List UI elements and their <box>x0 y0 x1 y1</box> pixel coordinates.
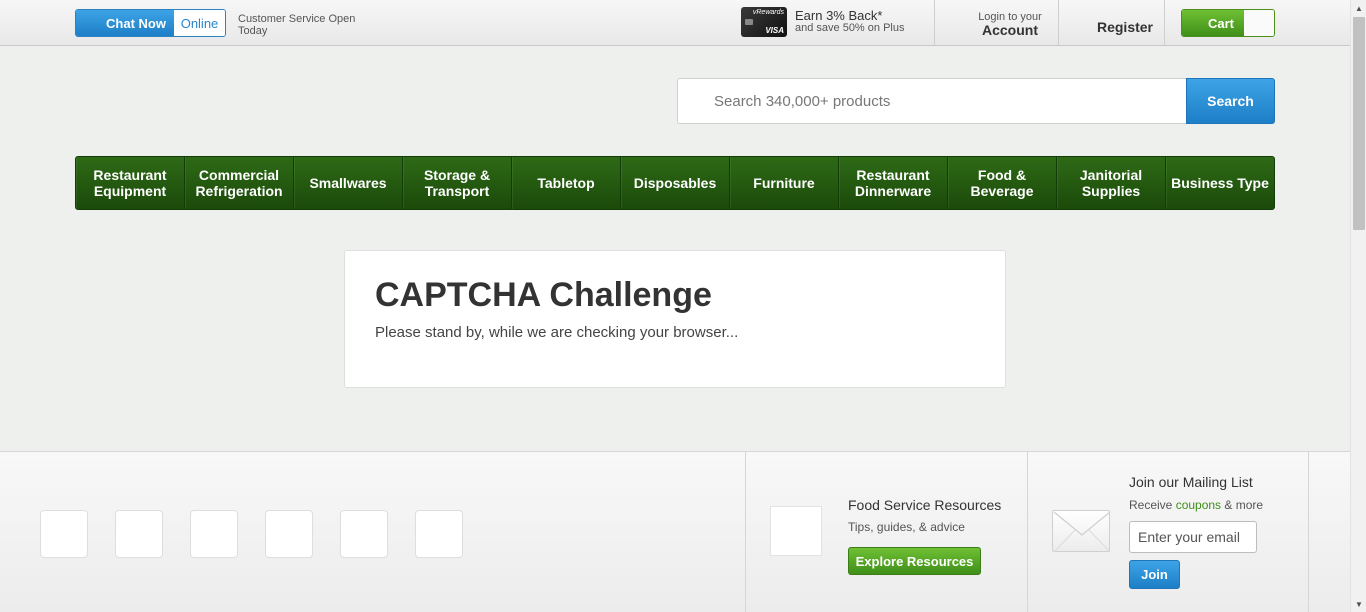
customer-service-status: Customer Service Open Today <box>238 13 356 37</box>
social-icon[interactable] <box>40 510 88 558</box>
register-link[interactable]: Register <box>1085 19 1165 35</box>
social-icon[interactable] <box>190 510 238 558</box>
login-big-text: Account <box>982 22 1038 38</box>
nav-item-business-type[interactable]: Business Type <box>1166 157 1274 209</box>
cart-label: Cart <box>1182 10 1244 36</box>
nav-item-tabletop[interactable]: Tabletop <box>512 157 621 209</box>
search-button[interactable]: Search <box>1186 78 1275 124</box>
social-icon[interactable] <box>265 510 313 558</box>
footer-divider <box>1308 452 1309 612</box>
captcha-card: CAPTCHA Challenge Please stand by, while… <box>344 250 1006 388</box>
footer: Food Service Resources Tips, guides, & a… <box>0 451 1350 612</box>
scroll-down-arrow-icon[interactable]: ▼ <box>1351 596 1366 612</box>
envelope-icon <box>1052 510 1111 553</box>
chat-now-label: Chat Now <box>76 10 174 36</box>
top-bar: Chat Now Online Customer Service Open To… <box>0 0 1350 46</box>
email-field[interactable] <box>1129 521 1257 553</box>
rewards-sub-text: and save 50% on Plus <box>795 22 905 34</box>
join-button[interactable]: Join <box>1129 560 1180 589</box>
footer-divider <box>1027 452 1028 612</box>
nav-item-smallwares[interactable]: Smallwares <box>294 157 403 209</box>
rewards-card-brand: vRewards <box>752 9 784 16</box>
search-input[interactable] <box>677 78 1187 124</box>
resources-thumbnail[interactable] <box>770 506 822 556</box>
nav-item-disposables[interactable]: Disposables <box>621 157 730 209</box>
login-account-link[interactable]: Login to your Account <box>960 11 1060 37</box>
footer-divider <box>745 452 746 612</box>
explore-resources-button[interactable]: Explore Resources <box>848 547 981 575</box>
nav-item-furniture[interactable]: Furniture <box>730 157 839 209</box>
mailing-sub-after: & more <box>1221 498 1264 512</box>
visa-logo: VISA <box>765 26 784 35</box>
nav-item-storage-transport[interactable]: Storage & Transport <box>403 157 512 209</box>
captcha-title: CAPTCHA Challenge <box>375 276 712 314</box>
rewards-promo-link[interactable]: Earn 3% Back* and save 50% on Plus <box>795 9 935 35</box>
mailing-list-subtitle: Receive coupons & more <box>1129 498 1263 512</box>
resources-subtitle: Tips, guides, & advice <box>848 520 965 534</box>
card-chip-icon <box>745 19 753 25</box>
social-icon[interactable] <box>340 510 388 558</box>
social-icon[interactable] <box>115 510 163 558</box>
top-divider <box>934 0 935 45</box>
captcha-message: Please stand by, while we are checking y… <box>375 324 739 341</box>
mailing-sub-before: Receive <box>1129 498 1176 512</box>
scroll-up-arrow-icon[interactable]: ▲ <box>1351 0 1366 16</box>
rewards-card-icon[interactable]: vRewards VISA <box>741 7 787 37</box>
nav-item-janitorial-supplies[interactable]: Janitorial Supplies <box>1057 157 1166 209</box>
scrollbar-thumb[interactable] <box>1353 17 1365 230</box>
resources-title: Food Service Resources <box>848 497 1002 513</box>
page-scrollbar[interactable]: ▲ ▼ <box>1350 0 1366 612</box>
nav-item-restaurant-equipment[interactable]: Restaurant Equipment <box>76 157 185 209</box>
category-nav: Restaurant Equipment Commercial Refriger… <box>75 156 1275 210</box>
rewards-main-text: Earn 3% Back* <box>795 8 883 23</box>
top-divider <box>1058 0 1059 45</box>
mailing-list-title: Join our Mailing List <box>1129 474 1253 490</box>
nav-item-food-beverage[interactable]: Food & Beverage <box>948 157 1057 209</box>
nav-item-commercial-refrigeration[interactable]: Commercial Refrigeration <box>185 157 294 209</box>
nav-item-restaurant-dinnerware[interactable]: Restaurant Dinnerware <box>839 157 948 209</box>
top-divider <box>1164 0 1165 45</box>
chat-status-label: Online <box>174 10 225 36</box>
chat-now-button[interactable]: Chat Now Online <box>75 9 226 37</box>
social-icon[interactable] <box>415 510 463 558</box>
coupons-link[interactable]: coupons <box>1176 498 1221 512</box>
cart-button[interactable]: Cart <box>1181 9 1275 37</box>
cart-count-box <box>1244 10 1274 36</box>
